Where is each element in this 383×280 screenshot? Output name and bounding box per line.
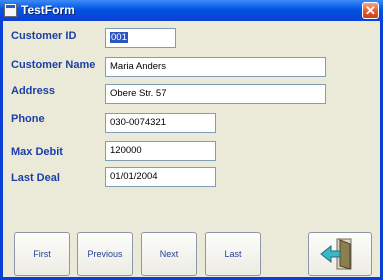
previous-button[interactable]: Previous <box>77 232 133 276</box>
phone-label: Phone <box>11 113 45 125</box>
last-button[interactable]: Last <box>205 232 261 276</box>
max-debit-label: Max Debit <box>11 146 63 158</box>
last-deal-label: Last Deal <box>11 172 60 184</box>
address-input[interactable]: Obere Str. 57 <box>105 84 326 104</box>
exit-button[interactable] <box>308 232 372 276</box>
close-button[interactable]: ✕ <box>362 2 379 19</box>
last-deal-input[interactable]: 01/01/2004 <box>105 167 216 187</box>
address-label: Address <box>11 85 56 97</box>
customer-id-input[interactable]: 001 <box>105 28 176 48</box>
exit-door-icon <box>320 238 352 270</box>
first-button[interactable]: First <box>14 232 70 276</box>
title-bar[interactable]: TestForm ✕ <box>0 0 383 21</box>
customer-name-input[interactable]: Maria Anders <box>105 57 326 77</box>
form-icon <box>4 3 17 17</box>
testform-window: TestForm ✕ Customer ID 001 Customer Name… <box>0 0 383 280</box>
next-button[interactable]: Next <box>141 232 197 276</box>
window-title: TestForm <box>21 3 75 17</box>
phone-input[interactable]: 030-0074321 <box>105 113 216 133</box>
customer-id-value: 001 <box>110 32 128 43</box>
customer-id-label: Customer ID <box>11 30 77 42</box>
customer-name-label: Customer Name <box>11 59 96 71</box>
max-debit-input[interactable]: 120000 <box>105 141 216 161</box>
